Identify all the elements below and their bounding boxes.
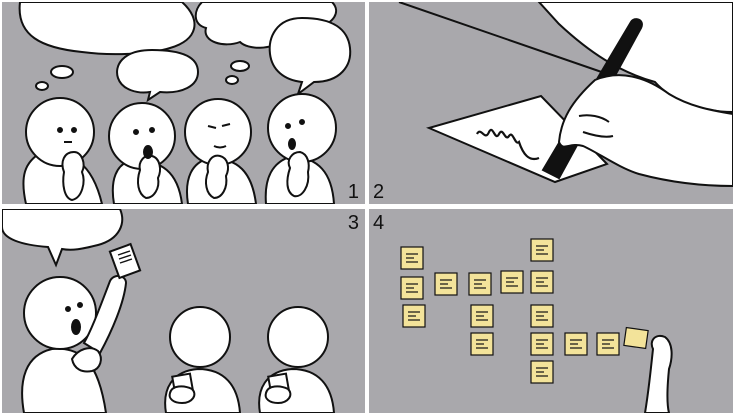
person-2 [108,102,184,204]
panel-4-sticky-note-wall: 4 [369,209,733,413]
person-3 [184,98,258,204]
panel-3-presenter-with-note: 3 [2,209,365,413]
person-1 [22,97,104,204]
thought-dot [35,81,49,91]
speech-bubble [2,209,124,268]
panel-4-illustration [400,238,673,413]
panel-2-illustration [398,2,733,188]
thought-dot [230,60,250,72]
presenter [21,275,128,413]
listener-2 [258,306,336,413]
panel-3-illustration [2,209,336,413]
speech-bubble [268,16,352,97]
panel-2-hand-writing-note: 2 [369,2,733,204]
panel-number: 3 [347,212,359,234]
person-4 [264,93,337,204]
panel-number: 4 [373,212,385,234]
arm [643,335,673,413]
panel-1-illustration [18,2,352,204]
sticky-note [623,326,649,350]
listener-1 [164,306,242,413]
panel-number: 1 [347,181,359,203]
thought-dot [50,65,74,79]
speech-bubble [116,48,200,103]
thought-dot [225,75,239,85]
speech-bubble [18,2,196,56]
panel-1-group-thinking: 1 [2,2,365,204]
panel-number: 2 [373,181,385,203]
